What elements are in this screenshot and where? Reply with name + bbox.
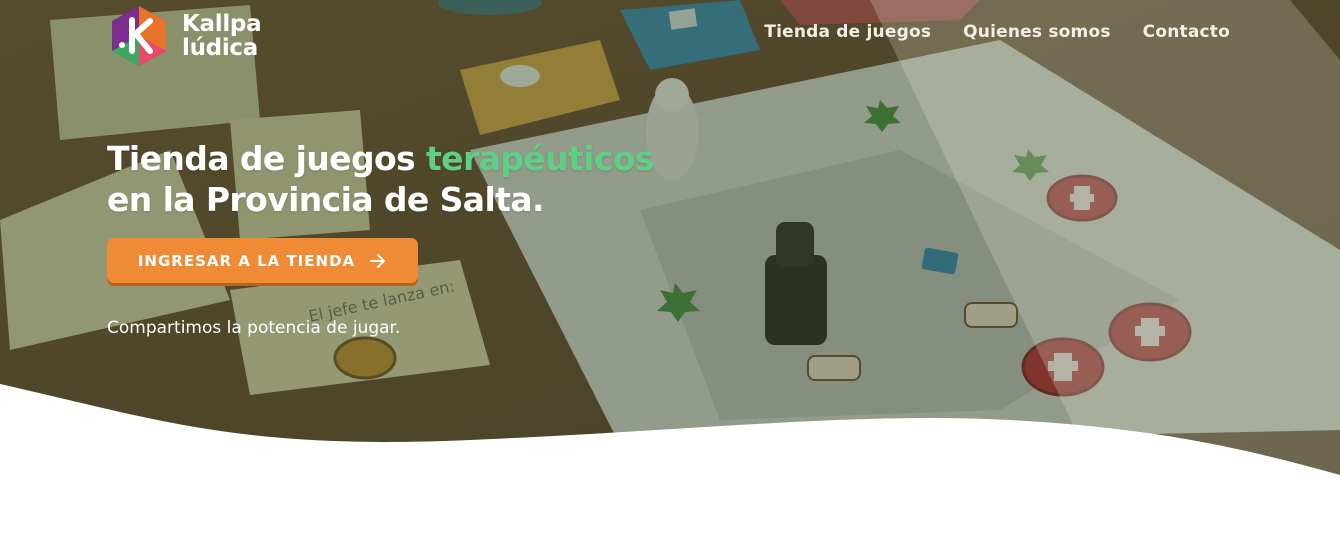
headline-accent: terapéuticos bbox=[425, 139, 655, 178]
nav-link-quienes-somos[interactable]: Quienes somos bbox=[963, 22, 1111, 42]
arrow-right-icon bbox=[370, 253, 386, 268]
enter-store-button[interactable]: INGRESAR A LA TIENDA bbox=[107, 238, 418, 283]
logo-icon bbox=[112, 6, 166, 66]
logo-text-line2: lúdica bbox=[182, 35, 258, 61]
headline-line2: en la Provincia de Salta. bbox=[107, 180, 545, 219]
headline-text-start: Tienda de juegos bbox=[107, 139, 426, 178]
hero-headline: Tienda de juegos terapéuticos en la Prov… bbox=[107, 138, 655, 220]
enter-store-button-label: INGRESAR A LA TIENDA bbox=[137, 251, 356, 270]
logo-text-line1: Kallpa bbox=[182, 11, 262, 37]
main-nav: Tienda de juegos Quienes somos Contacto bbox=[764, 22, 1230, 42]
logo-text: Kallpa lúdica bbox=[182, 11, 262, 61]
hero-tagline: Compartimos la potencia de jugar. bbox=[107, 318, 401, 338]
hero-section: El jefe te lanza en: Kallpa lúdica Tiend… bbox=[0, 0, 1340, 543]
nav-link-contacto[interactable]: Contacto bbox=[1143, 22, 1230, 42]
logo[interactable]: Kallpa lúdica bbox=[110, 4, 280, 68]
nav-link-tienda[interactable]: Tienda de juegos bbox=[764, 22, 931, 42]
